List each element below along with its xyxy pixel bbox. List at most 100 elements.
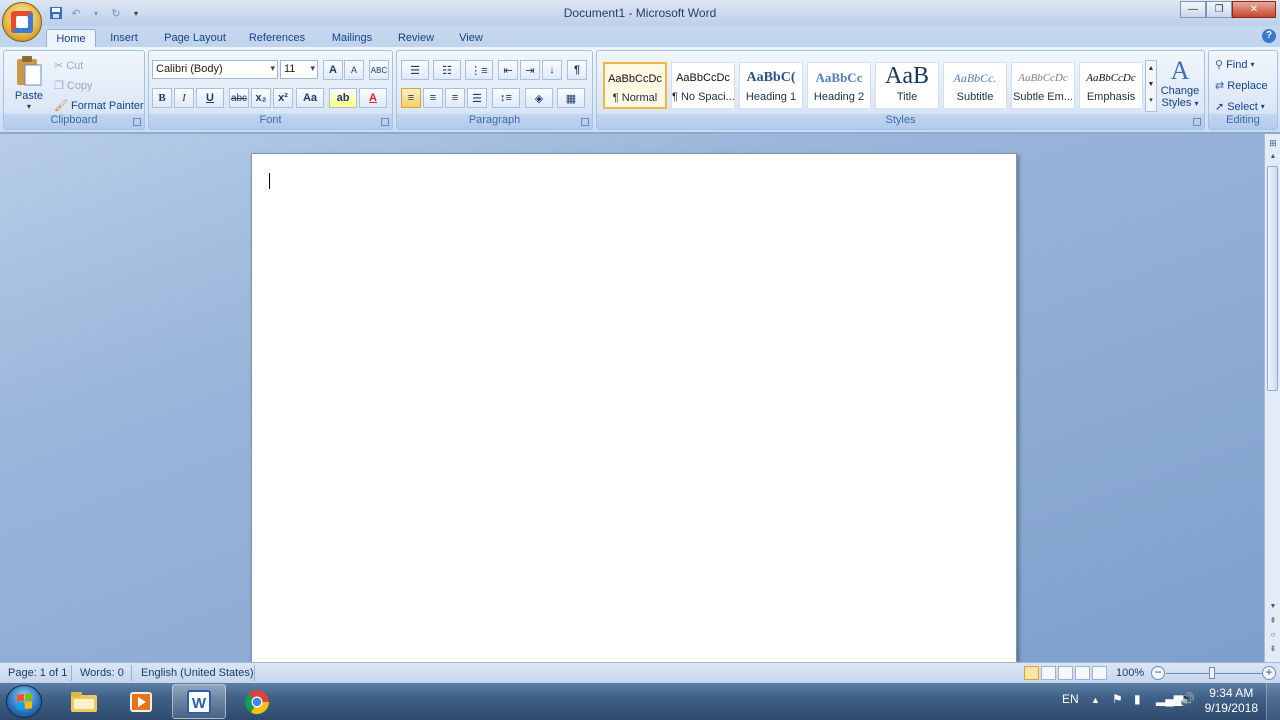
- web-layout-view-icon[interactable]: [1058, 666, 1073, 680]
- change-case-button[interactable]: Aa: [296, 88, 324, 108]
- style-subtle-emphasis[interactable]: AaBbCcDc Subtle Em...: [1011, 62, 1075, 109]
- change-styles-button[interactable]: A Change Styles ▾: [1159, 57, 1201, 110]
- full-screen-reading-view-icon[interactable]: [1041, 666, 1056, 680]
- dialog-launcher-icon[interactable]: [381, 118, 389, 126]
- bullets-button[interactable]: ☰: [401, 60, 429, 80]
- font-name-combo[interactable]: Calibri (Body): [152, 60, 278, 79]
- subscript-button[interactable]: x₂: [251, 88, 271, 108]
- zoom-out-icon[interactable]: −: [1151, 666, 1165, 680]
- replace-button[interactable]: ⇄ Replace: [1215, 79, 1268, 93]
- word-count[interactable]: Words: 0: [80, 667, 124, 679]
- outline-view-icon[interactable]: [1075, 666, 1090, 680]
- decrease-indent-button[interactable]: ⇤: [498, 60, 518, 80]
- redo-icon[interactable]: ↻: [108, 6, 124, 20]
- paste-button[interactable]: Paste ▾: [10, 55, 48, 113]
- align-left-button[interactable]: ≡: [401, 88, 421, 108]
- tab-view[interactable]: View: [454, 29, 488, 48]
- action-center-icon[interactable]: ⚑: [1112, 692, 1123, 706]
- input-language[interactable]: EN: [1062, 692, 1079, 706]
- highlight-button[interactable]: ab: [329, 88, 357, 108]
- customize-quick-access-icon[interactable]: ▾: [128, 6, 144, 20]
- page-count[interactable]: Page: 1 of 1: [8, 667, 67, 679]
- tab-insert[interactable]: Insert: [104, 29, 144, 48]
- volume-icon[interactable]: 🔊: [1180, 692, 1195, 706]
- superscript-button[interactable]: x²: [273, 88, 293, 108]
- copy-button[interactable]: ❐ Copy: [54, 79, 93, 93]
- zoom-slider-thumb[interactable]: [1209, 667, 1215, 679]
- restore-button[interactable]: ❐: [1206, 1, 1232, 18]
- dialog-launcher-icon[interactable]: [1193, 118, 1201, 126]
- justify-button[interactable]: ☰: [467, 88, 487, 108]
- align-center-button[interactable]: ≡: [423, 88, 443, 108]
- bold-button[interactable]: B: [152, 88, 172, 108]
- scroll-down-icon[interactable]: ▼: [1266, 600, 1280, 614]
- format-painter-button[interactable]: 🖌 Format Painter: [54, 99, 144, 113]
- font-size-combo[interactable]: 11: [280, 60, 318, 79]
- power-icon[interactable]: ▮: [1134, 692, 1141, 706]
- borders-button[interactable]: ▦: [557, 88, 585, 108]
- vertical-scrollbar[interactable]: ⊞ ▲ ▼ ⇞ ○ ⇟: [1264, 134, 1280, 662]
- chevron-down-icon[interactable]: ▾: [88, 6, 104, 20]
- system-clock[interactable]: 9:34 AM 9/19/2018: [1205, 686, 1258, 716]
- increase-indent-button[interactable]: ⇥: [520, 60, 540, 80]
- draft-view-icon[interactable]: [1092, 666, 1107, 680]
- ruler-toggle-icon[interactable]: ⊞: [1266, 136, 1280, 150]
- undo-icon[interactable]: ↶: [68, 6, 84, 20]
- multilevel-list-button[interactable]: ⋮≡: [465, 60, 493, 80]
- show-hidden-icons-icon[interactable]: ▲: [1091, 695, 1100, 705]
- style-no-spacing[interactable]: AaBbCcDc ¶ No Spaci...: [671, 62, 735, 109]
- tab-references[interactable]: References: [246, 29, 308, 48]
- tab-mailings[interactable]: Mailings: [326, 29, 378, 48]
- show-formatting-button[interactable]: ¶: [567, 60, 587, 80]
- dialog-launcher-icon[interactable]: [581, 118, 589, 126]
- show-desktop-button[interactable]: [1266, 683, 1280, 720]
- shading-button[interactable]: ◈: [525, 88, 553, 108]
- line-spacing-button[interactable]: ↕≡: [492, 88, 520, 108]
- style-emphasis[interactable]: AaBbCcDc Emphasis: [1079, 62, 1143, 109]
- style-title[interactable]: AaB Title: [875, 62, 939, 109]
- style-heading-2[interactable]: AaBbCc Heading 2: [807, 62, 871, 109]
- tab-review[interactable]: Review: [394, 29, 438, 48]
- zoom-level[interactable]: 100%: [1116, 667, 1144, 679]
- office-button[interactable]: [2, 2, 42, 42]
- taskbar-word[interactable]: W: [172, 684, 226, 719]
- sort-button[interactable]: ↓: [542, 60, 562, 80]
- italic-button[interactable]: I: [174, 88, 194, 108]
- next-page-icon[interactable]: ⇟: [1266, 642, 1280, 656]
- font-color-button[interactable]: A: [359, 88, 387, 108]
- close-button[interactable]: ✕: [1232, 1, 1276, 18]
- select-browse-object-icon[interactable]: ○: [1266, 628, 1280, 642]
- print-layout-view-icon[interactable]: [1024, 666, 1039, 680]
- style-normal[interactable]: AaBbCcDc ¶ Normal: [603, 62, 667, 109]
- find-button[interactable]: ⚲ Find ▾: [1215, 58, 1254, 72]
- help-icon[interactable]: ?: [1262, 29, 1276, 43]
- strikethrough-button[interactable]: abc: [229, 88, 249, 108]
- taskbar-chrome[interactable]: [230, 684, 284, 719]
- tab-home[interactable]: Home: [46, 29, 96, 48]
- language-indicator[interactable]: English (United States): [141, 667, 254, 679]
- zoom-in-icon[interactable]: +: [1262, 666, 1276, 680]
- select-button[interactable]: ➚ Select ▾: [1215, 100, 1265, 114]
- document-page[interactable]: [251, 153, 1017, 665]
- cut-button[interactable]: ✂ Cut: [54, 59, 83, 73]
- start-button[interactable]: [6, 685, 42, 718]
- underline-button[interactable]: U: [196, 88, 224, 108]
- tab-page-layout[interactable]: Page Layout: [160, 29, 230, 48]
- numbering-button[interactable]: ☷: [433, 60, 461, 80]
- previous-page-icon[interactable]: ⇞: [1266, 614, 1280, 628]
- shrink-font-button[interactable]: A: [344, 60, 364, 80]
- network-signal-icon[interactable]: ▂▄▆: [1156, 692, 1183, 706]
- styles-gallery-scroll[interactable]: ▲ ▼ ▾: [1145, 60, 1157, 112]
- clear-formatting-button[interactable]: ABC: [369, 60, 389, 80]
- taskbar-explorer[interactable]: [57, 684, 111, 719]
- minimize-button[interactable]: —: [1180, 1, 1206, 18]
- align-right-button[interactable]: ≡: [445, 88, 465, 108]
- scrollbar-thumb[interactable]: [1267, 166, 1278, 391]
- scroll-up-icon[interactable]: ▲: [1266, 150, 1280, 164]
- style-heading-1[interactable]: AaBbC( Heading 1: [739, 62, 803, 109]
- style-subtitle[interactable]: AaBbCc. Subtitle: [943, 62, 1007, 109]
- grow-font-button[interactable]: A: [323, 60, 343, 80]
- dialog-launcher-icon[interactable]: [133, 118, 141, 126]
- taskbar-media-player[interactable]: [114, 684, 168, 719]
- save-icon[interactable]: [48, 6, 64, 20]
